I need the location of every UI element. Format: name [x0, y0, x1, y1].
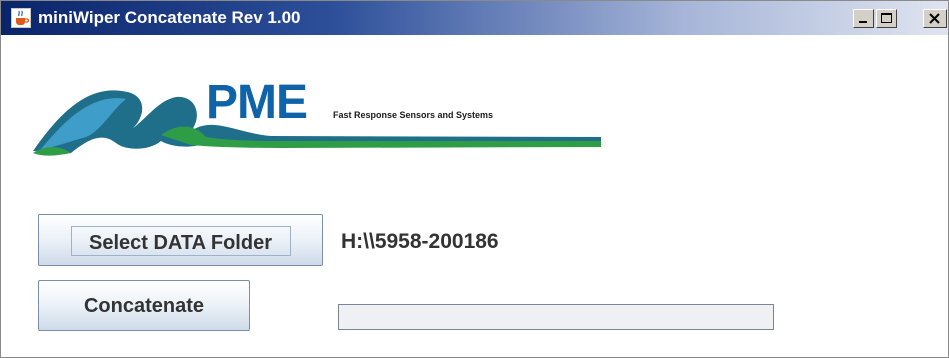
concatenate-button[interactable]: Concatenate — [38, 280, 250, 331]
progress-bar — [338, 304, 774, 330]
minimize-icon — [859, 21, 867, 23]
title-bar[interactable]: miniWiper Concatenate Rev 1.00 — [1, 1, 948, 35]
concatenate-label: Concatenate — [83, 295, 205, 317]
logo-tagline: Fast Response Sensors and Systems — [333, 110, 494, 120]
application-window: miniWiper Concatenate Rev 1.00 PME Fast … — [0, 0, 949, 358]
close-button[interactable] — [923, 9, 947, 28]
select-data-folder-button[interactable]: Select DATA Folder — [38, 214, 323, 266]
java-cup-icon[interactable] — [11, 8, 31, 28]
close-icon — [929, 13, 940, 24]
minimize-button[interactable] — [853, 9, 874, 28]
maximize-icon — [881, 13, 892, 23]
logo-brand: PME — [206, 76, 308, 129]
wave-logo — [33, 90, 601, 156]
folder-path-label: H:\\5958-200186 — [341, 230, 499, 253]
select-data-folder-label: Select DATA Folder — [89, 232, 272, 254]
window-title: miniWiper Concatenate Rev 1.00 — [38, 8, 301, 27]
maximize-button[interactable] — [876, 9, 897, 28]
